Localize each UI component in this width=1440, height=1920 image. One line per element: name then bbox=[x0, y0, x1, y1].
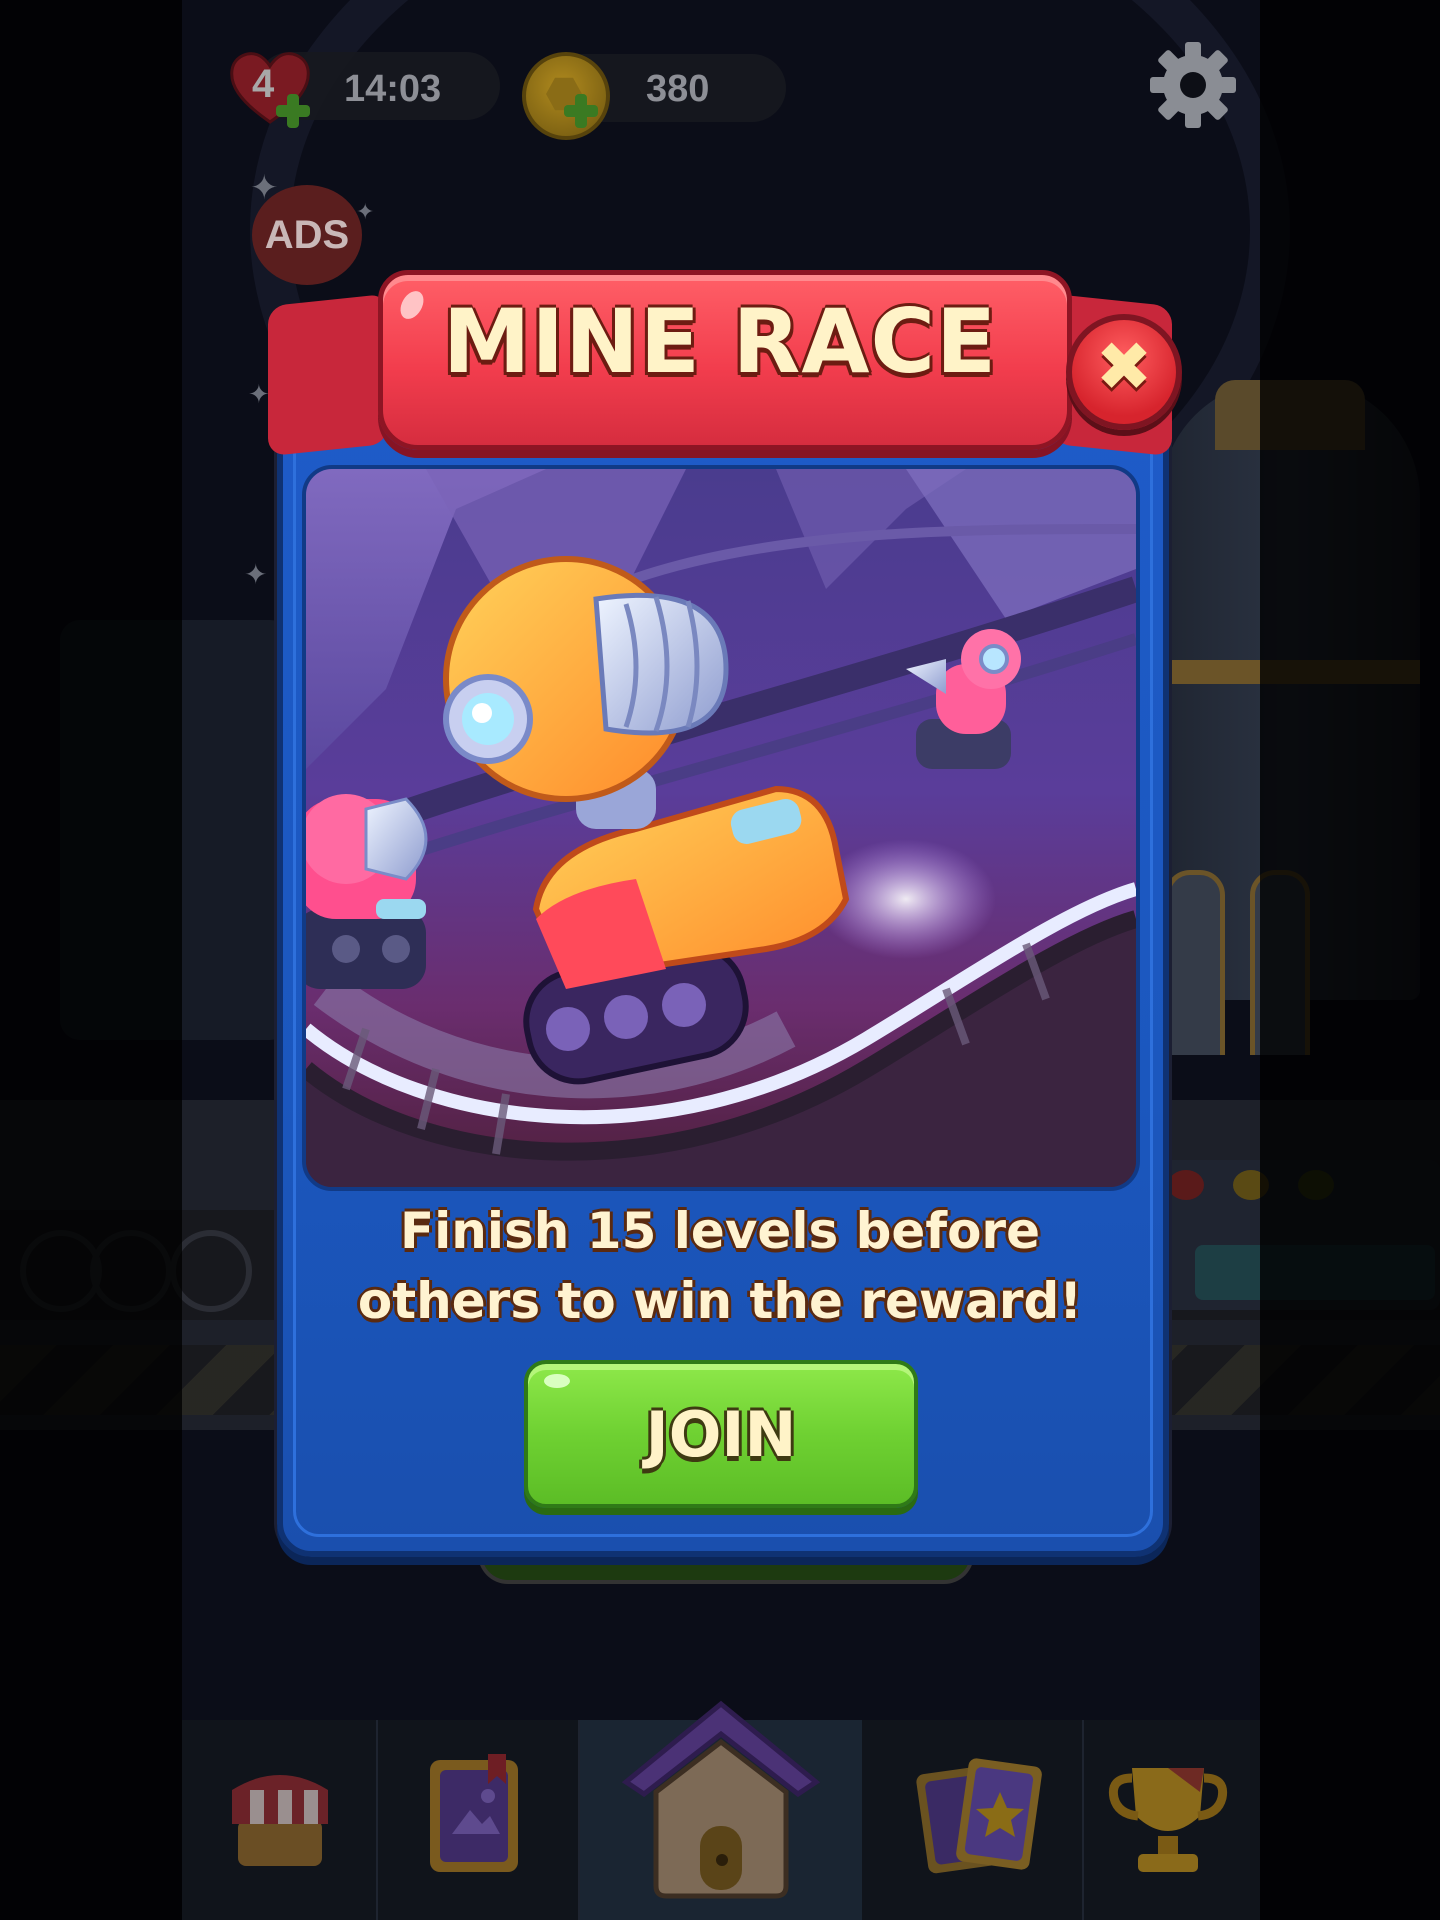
sparkle-icon: ✦ bbox=[356, 200, 375, 225]
sparkle-icon: ✦ bbox=[248, 380, 270, 410]
lives-timer: 14:03 bbox=[344, 68, 442, 110]
ribbon-tail-left bbox=[268, 293, 388, 457]
sparkle-icon: ✦ bbox=[250, 168, 279, 208]
add-coins-icon[interactable] bbox=[562, 92, 600, 130]
trophy-icon bbox=[1108, 1768, 1228, 1872]
lives-count: 4 bbox=[252, 62, 275, 106]
event-artwork bbox=[302, 465, 1140, 1191]
right-shade bbox=[1260, 0, 1440, 1920]
no-ads-label: ADS bbox=[264, 213, 350, 257]
left-shade bbox=[0, 0, 182, 1920]
home-icon bbox=[621, 1700, 821, 1899]
coin-count: 380 bbox=[646, 68, 710, 110]
background-light-red bbox=[1168, 1170, 1204, 1200]
description-line-1: Finish 15 levels before bbox=[399, 1202, 1040, 1260]
nav-tab-home[interactable] bbox=[580, 1700, 862, 1920]
nav-tab-album[interactable] bbox=[378, 1720, 580, 1920]
nav-tab-shop[interactable] bbox=[182, 1720, 378, 1920]
close-button[interactable]: ✖ bbox=[1066, 314, 1182, 430]
sparkle-icon: ✦ bbox=[244, 558, 268, 591]
pink-robot-left bbox=[306, 794, 428, 989]
background-wheel bbox=[170, 1230, 252, 1312]
join-button-shine bbox=[544, 1374, 570, 1388]
close-icon: ✖ bbox=[1095, 328, 1153, 407]
shop-icon bbox=[232, 1775, 328, 1866]
nav-tab-leaderboard[interactable] bbox=[1084, 1720, 1260, 1920]
join-button[interactable]: JOIN bbox=[524, 1360, 918, 1508]
drill-race-illustration bbox=[306, 469, 1136, 1187]
cards-icon bbox=[916, 1758, 1042, 1874]
join-button-label: JOIN bbox=[645, 1398, 797, 1471]
description-line-2: others to win the reward! bbox=[357, 1272, 1083, 1330]
gear-icon[interactable] bbox=[1148, 40, 1238, 130]
add-lives-icon[interactable] bbox=[274, 92, 312, 130]
background-pipe bbox=[1165, 870, 1225, 1055]
album-icon bbox=[430, 1754, 518, 1872]
dialog-title: MINE RACE bbox=[442, 290, 998, 393]
dialog-description: Finish 15 levels before others to win th… bbox=[300, 1196, 1140, 1336]
nav-tab-cards[interactable] bbox=[864, 1720, 1084, 1920]
